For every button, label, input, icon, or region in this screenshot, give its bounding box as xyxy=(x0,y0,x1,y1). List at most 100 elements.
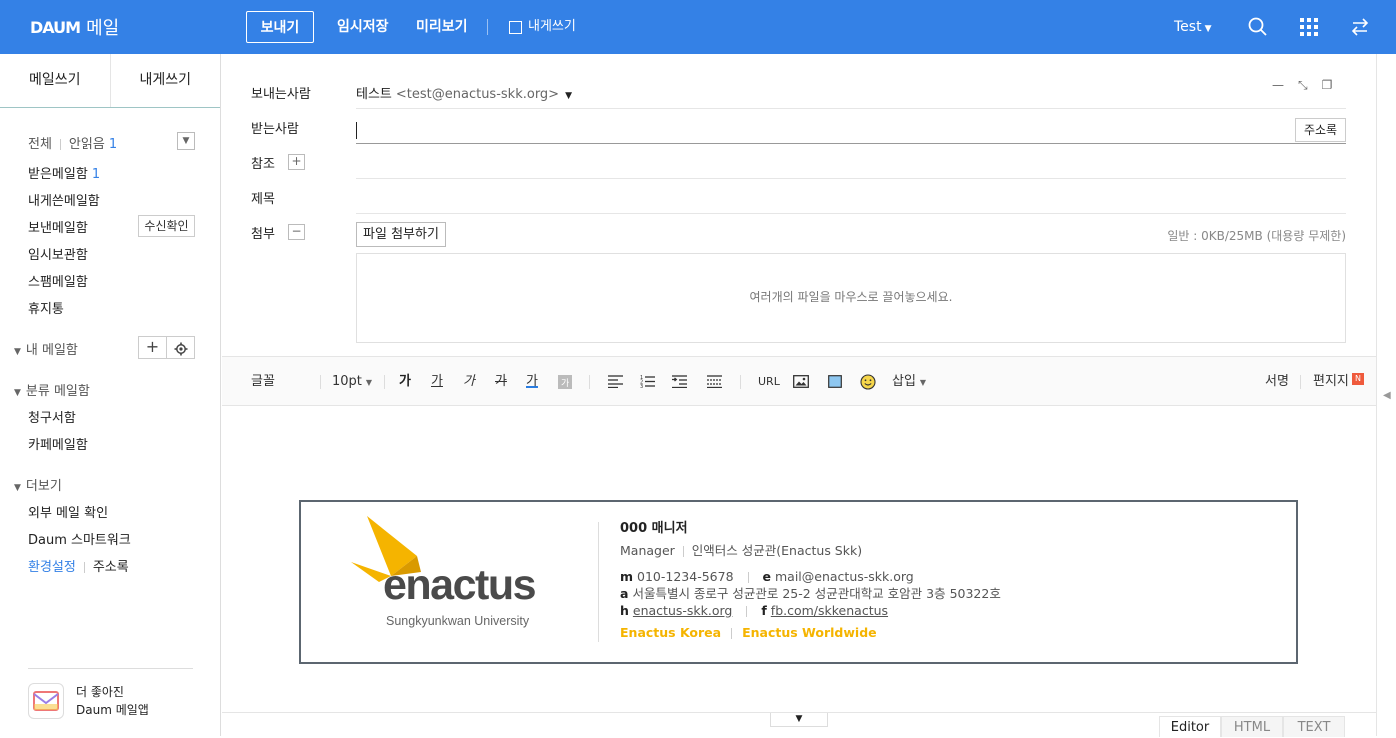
sidebar-item-drafts[interactable]: 임시보관함 xyxy=(28,244,88,263)
signature-role-row: Manager 인액터스 성균관(Enactus Skk) xyxy=(620,542,1001,559)
expand-cc-button[interactable]: + xyxy=(288,154,305,170)
read-receipt-button[interactable]: 수신확인 xyxy=(138,215,195,237)
attachment-quota: 일반 : 0KB/25MB (대용량 무제한) xyxy=(1167,229,1346,243)
minimize-icon[interactable]: — xyxy=(1272,78,1284,93)
sidebar-item-sent[interactable]: 보낸메일함 xyxy=(28,217,88,236)
tab-self-mail[interactable]: 내게쓰기 xyxy=(109,54,221,107)
facebook-link[interactable]: fb.com/skkenactus xyxy=(771,603,888,618)
sidebar-item-external[interactable]: 외부 메일 확인 xyxy=(28,502,108,521)
save-draft-button[interactable]: 임시저장 xyxy=(337,11,389,43)
font-color-button[interactable]: 가 xyxy=(526,357,538,407)
editor-bottom-bar: ▼ Editor HTML TEXT xyxy=(222,712,1376,737)
resize-handle-icon[interactable]: ▼ xyxy=(770,713,828,727)
strikethrough-button[interactable]: 가 xyxy=(495,357,507,407)
mobile-key: m xyxy=(620,569,634,584)
apps-grid-icon[interactable] xyxy=(1298,16,1320,38)
mobile-value: 010-1234-5678 xyxy=(637,569,734,584)
font-size-select[interactable]: 10pt ▼ xyxy=(332,357,372,407)
mail-filter-row: 전체 안읽음 1 xyxy=(28,133,117,152)
indent-icon[interactable] xyxy=(672,357,687,407)
daum-mail-logo[interactable]: DAUM 메일 xyxy=(30,14,119,40)
highlight-color-icon[interactable]: 가 xyxy=(558,357,572,407)
homepage-link[interactable]: enactus-skk.org xyxy=(633,603,732,618)
address-book-button[interactable]: 주소록 xyxy=(1295,118,1346,142)
promo-line-1: 더 좋아진 xyxy=(76,685,124,699)
self-mail-checkbox[interactable]: 내게쓰기 xyxy=(509,11,576,43)
mail-app-icon xyxy=(28,683,64,719)
new-badge: N xyxy=(1352,373,1364,385)
italic-button[interactable]: 가 xyxy=(463,357,475,407)
sidebar-item-smartwork[interactable]: Daum 스마트워크 xyxy=(28,529,131,548)
divider xyxy=(384,375,385,389)
numbered-list-icon[interactable]: 123 xyxy=(640,357,655,407)
popout-window-icon[interactable]: ❐ xyxy=(1322,78,1333,93)
insert-url-button[interactable]: URL xyxy=(758,357,780,407)
filter-unread[interactable]: 안읽음 xyxy=(69,137,105,152)
sidebar-item-trash[interactable]: 휴지통 xyxy=(28,298,64,317)
bold-button[interactable]: 가 xyxy=(399,357,411,407)
user-menu[interactable]: Test ▼ xyxy=(1174,11,1212,43)
recipient-input[interactable]: 주소록 xyxy=(356,118,1346,144)
insert-image-icon[interactable] xyxy=(793,357,809,407)
mail-service-label: 메일 xyxy=(86,18,120,39)
address-key: a xyxy=(620,586,629,601)
collapse-chevron-icon[interactable]: ▼ xyxy=(177,132,195,150)
send-button[interactable]: 보내기 xyxy=(246,11,314,43)
email-value: mail@enactus-skk.org xyxy=(775,569,914,584)
sidebar-item-cafe[interactable]: 카페메일함 xyxy=(28,434,88,453)
inbox-count: 1 xyxy=(91,167,101,182)
editor-body[interactable]: enactus Sungkyunkwan University 000 매니저 … xyxy=(222,406,1376,712)
signature-org-links: Enactus Korea Enactus Worldwide xyxy=(620,624,1001,641)
stationery-button[interactable]: 편지지 xyxy=(1313,357,1349,407)
tab-write-mail[interactable]: 메일쓰기 xyxy=(0,54,110,107)
section-more[interactable]: ▼ 더보기 xyxy=(14,475,62,494)
unread-count: 1 xyxy=(108,137,118,152)
promo-text: 더 좋아진 Daum 메일앱 xyxy=(76,683,149,719)
sidebar-item-inbox[interactable]: 받은메일함 1 xyxy=(28,163,100,182)
address-book-link[interactable]: 주소록 xyxy=(93,560,129,575)
insert-menu[interactable]: 삽입 ▼ xyxy=(892,357,926,407)
insert-table-icon[interactable] xyxy=(828,357,842,407)
sidebar: 메일쓰기 내게쓰기 전체 안읽음 1 ▼ 받은메일함 1 내게쓴메일함 보낸메일함 수… xyxy=(0,54,221,736)
tab-text[interactable]: TEXT xyxy=(1283,716,1345,737)
align-left-icon[interactable] xyxy=(608,357,623,407)
divider xyxy=(682,546,684,557)
filter-all[interactable]: 전체 xyxy=(28,137,52,152)
subject-label: 제목 xyxy=(251,192,275,207)
enactus-logo: enactus Sungkyunkwan University xyxy=(351,516,561,636)
font-family-select[interactable]: 글꼴▼ xyxy=(251,357,313,437)
settings-link[interactable]: 환경설정 xyxy=(28,560,76,575)
sidebar-item-spam[interactable]: 스팸메일함 xyxy=(28,271,88,290)
signature-button[interactable]: 서명 xyxy=(1265,357,1289,407)
signature-contact-row: m 010-1234-5678 e mail@enactus-skk.org xyxy=(620,568,1001,585)
collapse-arrows-icon[interactable]: ⤡ xyxy=(1298,78,1308,93)
file-drop-zone[interactable]: 여러개의 파일을 마우스로 끌어놓으세요. xyxy=(356,253,1346,343)
chevron-down-icon: ▼ xyxy=(14,347,21,357)
sender-select[interactable]: 테스트 <test@enactus-skk.org> ▼ xyxy=(356,83,572,102)
switch-arrows-icon[interactable] xyxy=(1349,16,1371,38)
tab-html[interactable]: HTML xyxy=(1221,716,1283,737)
sidebar-item-self-box[interactable]: 내게쓴메일함 xyxy=(28,190,100,209)
attach-file-button[interactable]: 파일 첨부하기 xyxy=(356,222,446,247)
divider xyxy=(320,375,321,389)
right-panel-handle[interactable]: ◀ xyxy=(1376,54,1396,736)
enactus-korea-link[interactable]: Enactus Korea xyxy=(620,625,721,640)
line-spacing-icon[interactable] xyxy=(707,357,722,407)
enactus-worldwide-link[interactable]: Enactus Worldwide xyxy=(742,625,877,640)
toolbar-divider xyxy=(487,19,488,35)
preview-button[interactable]: 미리보기 xyxy=(416,11,468,43)
section-label: 분류 메일함 xyxy=(25,384,90,399)
section-categories[interactable]: ▼ 분류 메일함 xyxy=(14,380,90,399)
search-icon[interactable] xyxy=(1247,16,1269,38)
section-my-mailboxes[interactable]: ▼ 내 메일함 xyxy=(14,339,78,358)
underline-button[interactable]: 가 xyxy=(431,357,443,407)
sidebar-item-bills[interactable]: 청구서함 xyxy=(28,407,76,426)
gear-icon[interactable] xyxy=(166,336,195,359)
signature-details: 000 매니저 Manager 인액터스 성균관(Enactus Skk) m 01… xyxy=(620,520,1001,641)
add-mailbox-button[interactable]: + xyxy=(138,336,167,359)
tab-editor[interactable]: Editor xyxy=(1159,716,1221,737)
emoji-icon[interactable] xyxy=(860,357,876,407)
mail-app-promo[interactable]: 더 좋아진 Daum 메일앱 xyxy=(28,668,193,719)
sidebar-item-label: 받은메일함 xyxy=(28,167,88,182)
collapse-attach-button[interactable]: − xyxy=(288,224,305,240)
